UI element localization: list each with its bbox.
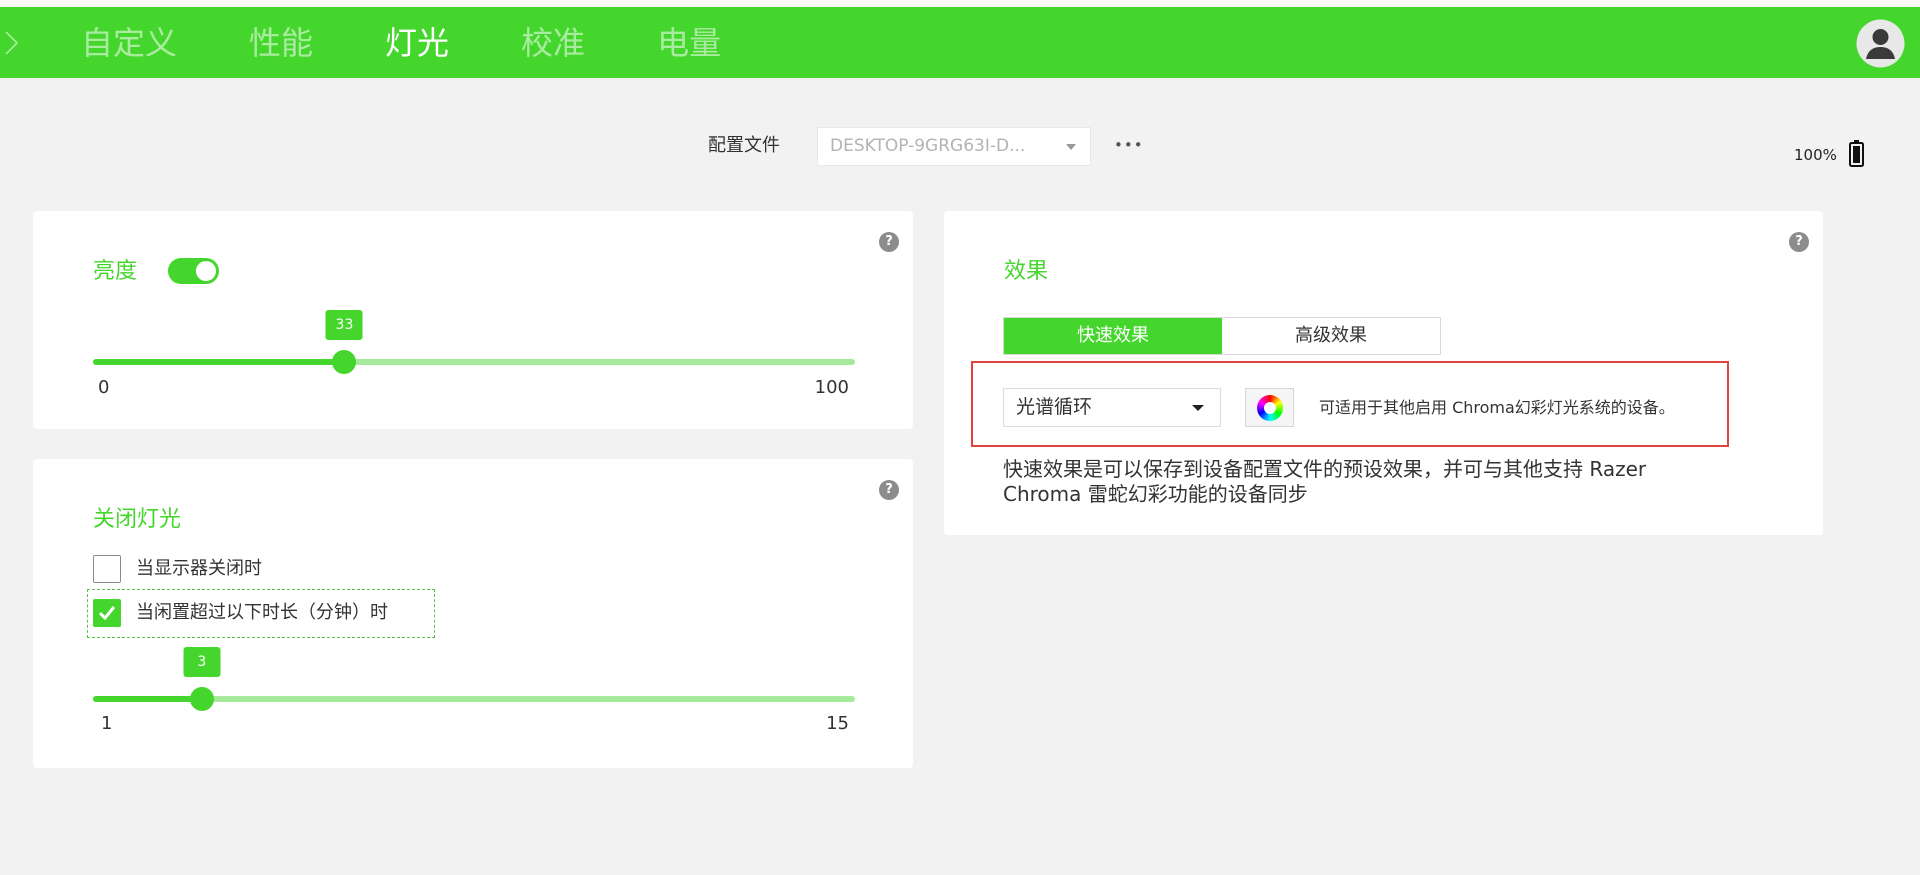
nav-tabs: 自定义 性能 灯光 校准 电量 (81, 7, 721, 78)
effects-title: 效果 (1004, 259, 1049, 284)
chevron-right-icon[interactable] (2, 28, 20, 58)
more-options-button[interactable]: ••• (1114, 133, 1144, 157)
caret-down-icon (1066, 144, 1076, 150)
help-icon[interactable]: ? (1789, 232, 1809, 252)
window-top-edge (0, 0, 1920, 7)
tab-calibration[interactable]: 校准 (521, 27, 585, 59)
help-icon[interactable]: ? (879, 480, 899, 500)
tab-performance[interactable]: 性能 (249, 27, 313, 59)
tab-customize[interactable]: 自定义 (81, 27, 177, 59)
tab-power[interactable]: 电量 (657, 27, 721, 59)
slider-max-label: 15 (826, 713, 849, 734)
slider-value-tooltip: 3 (183, 647, 221, 677)
brightness-title: 亮度 (93, 259, 138, 284)
toggle-knob (196, 261, 216, 281)
slider-fill (93, 359, 345, 365)
effects-mode-switch: 快速效果 高级效果 (1003, 317, 1441, 355)
effect-selected-value: 光谱循环 (1016, 396, 1093, 418)
battery-percentage: 100% (1794, 146, 1837, 164)
display-off-label: 当显示器关闭时 (136, 558, 262, 579)
tab-advanced-effects[interactable]: 高级效果 (1222, 318, 1440, 354)
idle-minutes-slider[interactable]: 3 (93, 647, 855, 711)
caret-down-icon (1192, 405, 1204, 411)
slider-max-label: 100 (814, 377, 849, 398)
slider-min-label: 0 (98, 377, 110, 398)
help-icon[interactable]: ? (879, 232, 899, 252)
quick-effects-description: 快速效果是可以保存到设备配置文件的预设效果，并可与其他支持 Razer Chro… (1003, 457, 1647, 506)
profile-label: 配置文件 (708, 135, 780, 156)
lights-off-title: 关闭灯光 (93, 507, 182, 532)
color-wheel-icon (1257, 395, 1283, 421)
effect-dropdown[interactable]: 光谱循环 (1003, 388, 1221, 427)
chroma-color-button[interactable] (1245, 388, 1294, 427)
profile-dropdown[interactable]: DESKTOP-9GRG63I-D... (817, 127, 1091, 166)
slider-handle[interactable] (189, 687, 214, 711)
top-nav-bar: 自定义 性能 灯光 校准 电量 (0, 7, 1920, 78)
battery-icon (1849, 140, 1864, 167)
user-avatar-icon[interactable] (1856, 19, 1905, 68)
slider-fill (93, 696, 202, 702)
idle-timeout-checkbox[interactable] (93, 599, 121, 627)
idle-timeout-label: 当闲置超过以下时长（分钟）时 (136, 602, 388, 623)
slider-value-tooltip: 33 (325, 310, 363, 340)
profile-selected-value: DESKTOP-9GRG63I-D... (830, 136, 1026, 156)
display-off-checkbox[interactable] (93, 555, 121, 583)
checkmark-icon (98, 606, 116, 621)
brightness-toggle[interactable] (168, 258, 219, 284)
slider-min-label: 1 (101, 713, 113, 734)
chroma-compatibility-note: 可适用于其他启用 Chroma幻彩灯光系统的设备。 (1319, 398, 1675, 417)
lights-off-card: ? 关闭灯光 当显示器关闭时 当闲置超过以下时长（分钟）时 3 1 15 (33, 459, 913, 768)
tab-lighting[interactable]: 灯光 (385, 27, 449, 59)
effects-card: ? 效果 快速效果 高级效果 光谱循环 可适用于其他启用 Chroma幻彩灯光系… (944, 211, 1823, 535)
tab-quick-effects[interactable]: 快速效果 (1004, 318, 1222, 354)
brightness-slider[interactable]: 33 (93, 310, 855, 374)
slider-handle[interactable] (332, 350, 357, 374)
brightness-card: ? 亮度 33 0 100 (33, 211, 913, 429)
